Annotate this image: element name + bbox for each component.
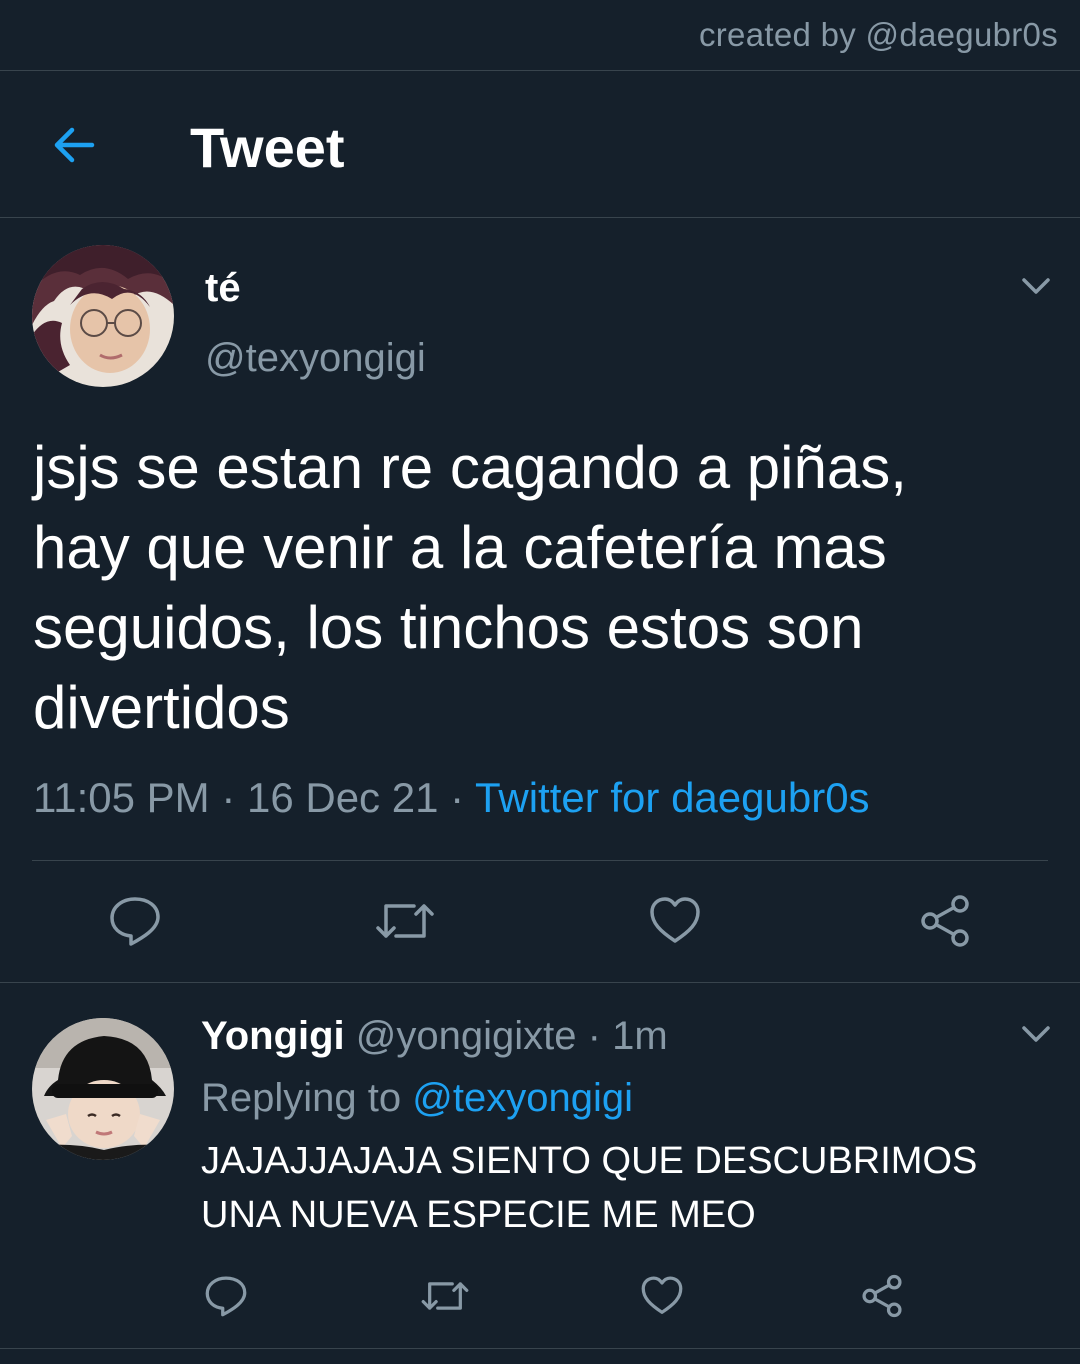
tweet-text-line: seguidos, los tinchos estos son [33, 594, 864, 661]
tweet-source-link[interactable]: Twitter for daegubr0s [475, 774, 870, 821]
like-icon [641, 1276, 683, 1314]
arrow-left-icon [54, 127, 95, 163]
reply-button[interactable] [108, 894, 162, 953]
reply-retweet-button[interactable] [420, 1274, 470, 1323]
author-handle[interactable]: @texyongigi [205, 336, 426, 381]
page-title: Tweet [190, 116, 345, 179]
share-button[interactable] [918, 894, 972, 953]
tweet-text-line: divertidos [33, 674, 290, 741]
reply-header: Yongigi @yongigixte · 1m [201, 1014, 668, 1059]
reply-author-handle[interactable]: @yongigixte [356, 1014, 577, 1058]
meta-separator: · [209, 774, 247, 821]
reply-text-line: UNA NUEVA ESPECIE ME MEO [201, 1194, 756, 1236]
reply-share-button[interactable] [860, 1274, 904, 1323]
credit-bar: created by @daegubr0s [0, 0, 1080, 71]
share-icon [862, 1274, 902, 1318]
tweet-header: Tweet [0, 71, 1080, 218]
tweet-text-line: hay que venir a la cafetería mas [33, 514, 887, 581]
credit-text: created by @daegubr0s [698, 16, 1058, 53]
tweet-date[interactable]: 16 Dec 21 [247, 774, 438, 821]
reply-text-line: JAJAJJAJAJA SIENTO QUE DESCUBRIMOS [201, 1140, 978, 1182]
retweet-icon [421, 1282, 469, 1310]
meta-separator: · [438, 774, 476, 821]
reply-like-button[interactable] [640, 1274, 684, 1323]
divider [32, 860, 1048, 861]
reply-icon [205, 1276, 247, 1317]
tweet-options-button[interactable] [1016, 266, 1056, 306]
author-display-name[interactable]: té [205, 266, 241, 311]
tweet-time[interactable]: 11:05 PM [33, 774, 210, 821]
like-icon [650, 897, 700, 943]
reply-author-avatar[interactable] [32, 1018, 174, 1160]
author-avatar[interactable] [32, 245, 174, 387]
back-button[interactable] [50, 121, 98, 169]
tweet-text-line: jsjs se estan re cagando a piñas, [33, 434, 907, 501]
chevron-down-icon [1022, 1026, 1050, 1042]
reply-time[interactable]: 1m [612, 1014, 668, 1058]
like-button[interactable] [648, 894, 702, 953]
replying-to-prefix: Replying to [201, 1076, 413, 1120]
share-icon [921, 895, 969, 947]
reply-reply-button[interactable] [204, 1274, 248, 1323]
divider [0, 982, 1080, 983]
replying-to: Replying to @texyongigi [201, 1076, 633, 1121]
tweet-text: jsjs se estan re cagando a piñas, hay qu… [33, 428, 1053, 748]
reply-options-button[interactable] [1016, 1014, 1056, 1054]
replying-to-mention[interactable]: @texyongigi [412, 1076, 633, 1120]
reply-author-display-name[interactable]: Yongigi [201, 1014, 345, 1058]
tweet-meta: 11:05 PM · 16 Dec 21 · Twitter for daegu… [33, 774, 870, 822]
chevron-down-icon [1022, 278, 1050, 294]
retweet-icon [376, 904, 434, 938]
reply-icon [110, 897, 160, 946]
reply-separator: · [576, 1014, 613, 1058]
divider [0, 1348, 1080, 1349]
retweet-button[interactable] [374, 894, 436, 953]
reply-text: JAJAJJAJAJA SIENTO QUE DESCUBRIMOS UNA N… [201, 1134, 1061, 1242]
